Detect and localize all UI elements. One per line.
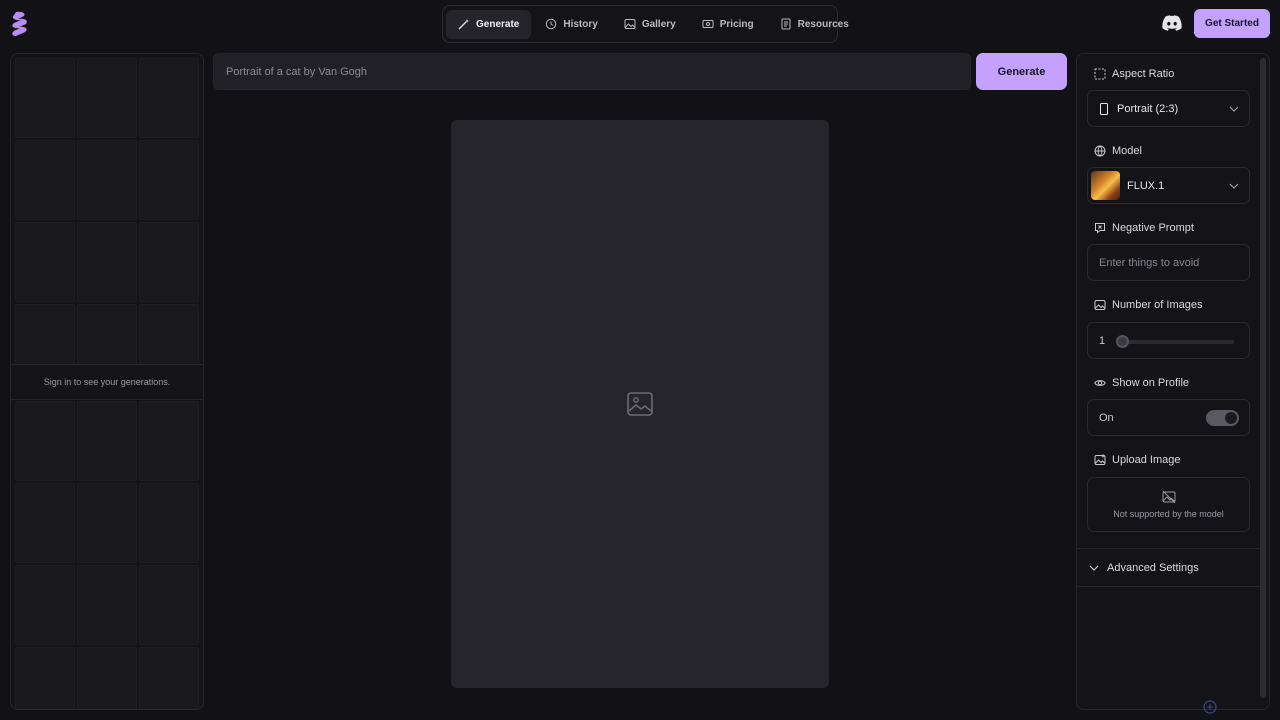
eye-icon xyxy=(1094,380,1106,386)
nav-gallery-label: Gallery xyxy=(641,18,676,30)
negative-prompt-heading: Negative Prompt xyxy=(1094,222,1194,234)
show-on-profile-value: On xyxy=(1099,411,1114,424)
model-label: Model xyxy=(1112,145,1142,157)
generation-placeholder xyxy=(15,647,75,709)
advanced-settings-toggle[interactable]: Advanced Settings xyxy=(1077,548,1260,587)
generation-placeholder xyxy=(15,483,75,563)
model-value: FLUX.1 xyxy=(1127,179,1165,192)
generation-placeholder xyxy=(139,401,199,481)
aspect-ratio-icon xyxy=(1094,68,1106,80)
help-widget-icon[interactable] xyxy=(1203,700,1217,714)
chevron-down-icon xyxy=(1089,565,1099,571)
discord-icon[interactable] xyxy=(1162,14,1182,32)
top-nav: Generate History Gallery Pricing Resourc… xyxy=(442,5,849,43)
aspect-ratio-select[interactable]: Portrait (2:3) xyxy=(1087,90,1250,127)
upload-image-heading: Upload Image xyxy=(1094,454,1181,466)
show-on-profile-heading: Show on Profile xyxy=(1094,377,1189,389)
signin-message: Sign in to see your generations. xyxy=(11,364,203,400)
model-thumbnail xyxy=(1091,171,1120,200)
negative-prompt-icon xyxy=(1095,223,1105,234)
chevron-down-icon xyxy=(1229,106,1239,112)
nav-generate-label: Generate xyxy=(476,18,520,30)
negative-prompt-label: Negative Prompt xyxy=(1112,222,1194,234)
show-on-profile-label: Show on Profile xyxy=(1112,377,1190,389)
settings-panel: Aspect Ratio Portrait (2:3) Model FLUX.1… xyxy=(1076,53,1270,710)
upload-image-label: Upload Image xyxy=(1112,454,1181,466)
nav-history[interactable]: History xyxy=(533,10,609,39)
generation-placeholder xyxy=(15,58,75,138)
advanced-settings-label: Advanced Settings xyxy=(1107,561,1199,574)
generation-placeholder xyxy=(139,58,199,138)
image-placeholder-icon xyxy=(627,392,653,416)
generation-placeholder xyxy=(139,565,199,645)
generation-placeholder xyxy=(15,401,75,481)
generations-grid-top xyxy=(15,58,199,384)
show-on-profile-row: On xyxy=(1087,399,1250,436)
generation-placeholder xyxy=(139,647,199,709)
generation-placeholder xyxy=(77,401,137,481)
generation-placeholder xyxy=(77,58,137,138)
upload-image-icon xyxy=(1094,454,1106,465)
image-off-icon xyxy=(1162,490,1175,504)
generation-placeholder xyxy=(77,140,137,220)
chevron-down-icon xyxy=(1229,183,1239,189)
upload-image-dropzone: Not supported by the model xyxy=(1087,477,1250,532)
generation-placeholder xyxy=(15,222,75,302)
model-heading: Model xyxy=(1094,145,1142,157)
generate-button[interactable]: Generate xyxy=(976,53,1067,90)
generations-grid-bottom xyxy=(15,401,199,709)
number-of-images-value: 1 xyxy=(1099,334,1106,347)
upload-image-note: Not supported by the model xyxy=(1113,509,1224,519)
show-on-profile-toggle[interactable] xyxy=(1206,410,1239,426)
image-canvas xyxy=(451,120,829,688)
generation-placeholder xyxy=(15,565,75,645)
aspect-ratio-value: Portrait (2:3) xyxy=(1117,102,1179,115)
slider-thumb[interactable] xyxy=(1116,335,1129,348)
image-icon xyxy=(624,19,636,29)
model-icon xyxy=(1094,145,1106,157)
number-of-images-label: Number of Images xyxy=(1112,299,1203,311)
generation-placeholder xyxy=(77,647,137,709)
generation-placeholder xyxy=(139,483,199,563)
document-icon xyxy=(781,18,791,30)
slider-track[interactable] xyxy=(1120,340,1234,344)
generation-placeholder xyxy=(139,222,199,302)
brand-logo-icon[interactable] xyxy=(10,11,30,37)
generation-placeholder xyxy=(77,483,137,563)
get-started-button[interactable]: Get Started xyxy=(1194,9,1270,38)
ticket-icon xyxy=(702,20,714,28)
generation-placeholder xyxy=(77,222,137,302)
magic-wand-icon xyxy=(458,19,469,30)
prompt-input[interactable]: Portrait of a cat by Van Gogh xyxy=(213,53,971,90)
number-of-images-heading: Number of Images xyxy=(1094,299,1202,311)
nav-resources[interactable]: Resources xyxy=(768,10,861,39)
generation-placeholder xyxy=(15,140,75,220)
aspect-ratio-label: Aspect Ratio xyxy=(1112,68,1175,80)
nav-resources-label: Resources xyxy=(797,18,849,30)
portrait-icon xyxy=(1100,102,1108,115)
nav-pricing[interactable]: Pricing xyxy=(690,10,766,39)
history-icon xyxy=(546,18,557,30)
generation-placeholder xyxy=(139,140,199,220)
number-of-images-slider[interactable]: 1 xyxy=(1087,322,1250,359)
generation-placeholder xyxy=(77,565,137,645)
nav-history-label: History xyxy=(563,18,598,30)
nav-gallery[interactable]: Gallery xyxy=(612,10,688,39)
model-select[interactable]: FLUX.1 xyxy=(1087,167,1250,204)
negative-prompt-input[interactable]: Enter things to avoid xyxy=(1087,244,1250,281)
generations-panel: Sign in to see your generations. xyxy=(10,53,204,710)
images-icon xyxy=(1094,300,1106,310)
nav-pricing-label: Pricing xyxy=(719,18,754,30)
aspect-ratio-heading: Aspect Ratio xyxy=(1094,68,1174,80)
nav-generate[interactable]: Generate xyxy=(446,9,532,39)
settings-scrollbar[interactable] xyxy=(1260,58,1266,698)
